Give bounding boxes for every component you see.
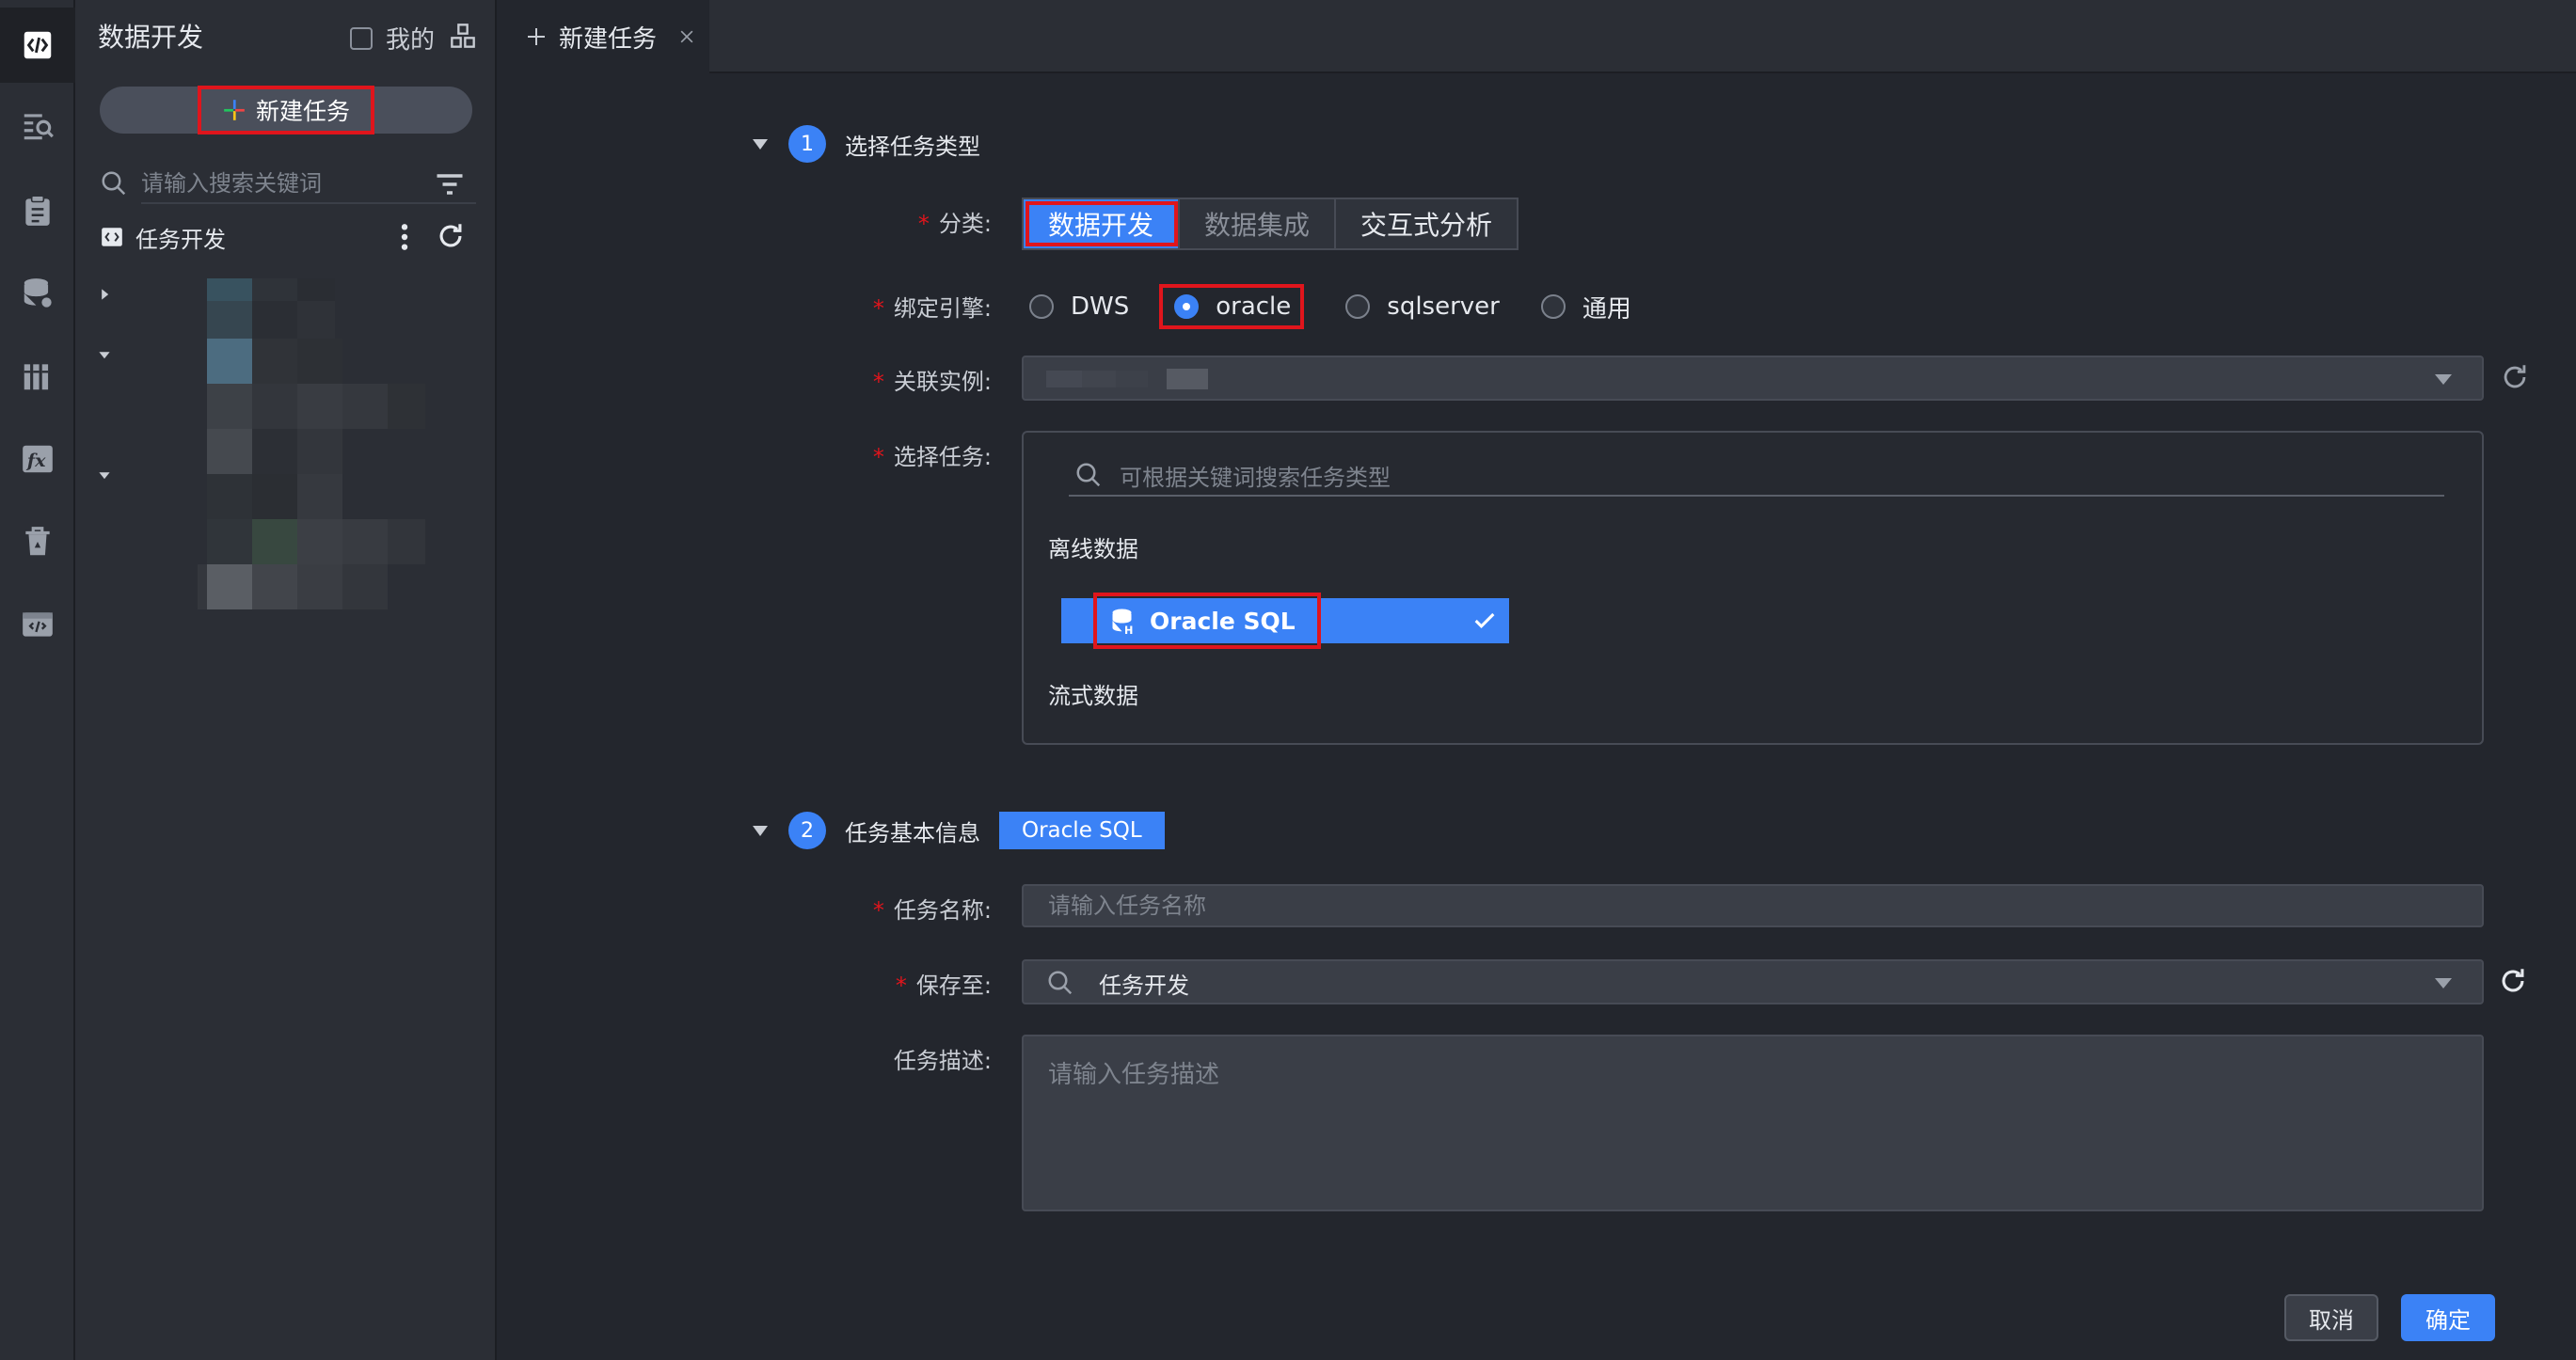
task-type-badge: Oracle SQL <box>999 812 1165 849</box>
task-option-highlight: H Oracle SQL <box>1093 593 1321 649</box>
new-task-highlight: 新建任务 <box>197 86 374 134</box>
code-dev-icon[interactable] <box>0 8 75 83</box>
search-icon <box>1048 971 1073 995</box>
category-label: * 分类: <box>917 211 992 237</box>
engine-radio-group: DWS oracle sqlserver 通用 <box>1029 284 1673 329</box>
more-icon[interactable] <box>399 222 410 252</box>
caret-down-icon[interactable] <box>98 468 111 482</box>
confirm-button[interactable]: 确定 <box>2401 1294 2495 1341</box>
cancel-button[interactable]: 取消 <box>2284 1294 2378 1341</box>
app-window: fx 数据开发 我的 新建任务 请输入搜索关键词 任务开发 新建任务 1 选择任… <box>0 0 2576 1360</box>
tab-bar: 新建任务 <box>499 0 2576 73</box>
collapse-icon[interactable] <box>753 138 768 150</box>
plus-icon <box>528 28 545 45</box>
engine-label: * 绑定引擎: <box>872 295 992 322</box>
chevron-down-icon <box>2435 374 2452 385</box>
category-segmented[interactable]: 数据开发 数据集成 交互式分析 <box>1022 198 1519 250</box>
instance-select[interactable] <box>1022 356 2484 401</box>
task-name-input[interactable]: 请输入任务名称 <box>1022 884 2484 927</box>
search-icon <box>102 171 126 196</box>
mine-label: 我的 <box>386 26 436 55</box>
category-option[interactable]: 交互式分析 <box>1336 199 1517 248</box>
refresh-icon[interactable] <box>435 220 467 252</box>
search-list-icon[interactable] <box>0 88 75 164</box>
section-title: 任务基本信息 <box>845 819 980 846</box>
section-basic-info-header[interactable]: 2 任务基本信息 Oracle SQL <box>753 811 1165 850</box>
section-task-type-header[interactable]: 1 选择任务类型 <box>753 124 980 164</box>
new-task-button[interactable]: 新建任务 <box>100 86 472 134</box>
code-window-icon[interactable] <box>0 587 75 662</box>
category-option[interactable]: 数据集成 <box>1180 199 1337 248</box>
mine-checkbox[interactable] <box>350 26 373 50</box>
save-to-value: 任务开发 <box>1099 973 1189 999</box>
engine-radio-dws[interactable]: DWS <box>1029 284 1129 329</box>
task-option-oracle-sql[interactable]: H Oracle SQL <box>1061 593 1509 649</box>
group-offline-label: 离线数据 <box>1048 536 1138 562</box>
clipboard-icon[interactable] <box>0 173 75 248</box>
svg-text:fx: fx <box>25 451 46 471</box>
section-title: 选择任务类型 <box>845 133 980 160</box>
caret-right-icon[interactable] <box>98 288 111 301</box>
plus-icon <box>224 100 245 120</box>
engine-radio-general[interactable]: 通用 <box>1540 284 1631 329</box>
close-icon[interactable] <box>677 27 696 46</box>
task-name-label: * 任务名称: <box>872 897 992 924</box>
category-option[interactable]: 数据开发 <box>1024 199 1181 248</box>
search-icon <box>1076 463 1101 487</box>
tree-root-label: 任务开发 <box>135 226 226 253</box>
description-label: 任务描述: <box>893 1048 992 1074</box>
side-panel: 数据开发 我的 新建任务 请输入搜索关键词 任务开发 <box>75 0 497 1360</box>
layout-icon[interactable] <box>450 23 476 49</box>
database-sql-icon: H <box>1112 609 1133 635</box>
recycle-bin-icon[interactable] <box>0 504 75 579</box>
step-number: 2 <box>788 812 826 849</box>
new-task-label: 新建任务 <box>255 98 350 125</box>
task-type-panel: 可根据关键词搜索任务类型 离线数据 H Oracle SQL 流式数据 <box>1022 431 2484 745</box>
panel-title: 数据开发 <box>98 22 204 53</box>
refresh-icon[interactable] <box>2499 361 2531 393</box>
refresh-icon[interactable] <box>2497 965 2529 997</box>
mine-filter[interactable]: 我的 <box>350 21 435 55</box>
chevron-down-icon <box>2435 978 2452 988</box>
svg-text:H: H <box>1124 625 1133 635</box>
code-dev-icon <box>102 228 122 246</box>
select-task-label: * 选择任务: <box>872 444 992 470</box>
task-type-search-input[interactable]: 可根据关键词搜索任务类型 <box>1120 459 1391 492</box>
group-stream-label: 流式数据 <box>1048 683 1138 709</box>
tab-new-task[interactable]: 新建任务 <box>499 0 709 73</box>
blurred-instance-value <box>1046 369 1208 389</box>
function-icon[interactable]: fx <box>0 421 75 497</box>
task-type-search[interactable]: 可根据关键词搜索任务类型 <box>1069 455 2444 497</box>
caret-down-icon[interactable] <box>98 348 111 361</box>
blurred-tree-content <box>198 278 425 609</box>
description-textarea[interactable]: 请输入任务描述 <box>1022 1035 2484 1211</box>
tree-search[interactable]: 请输入搜索关键词 <box>100 162 476 205</box>
database-icon[interactable] <box>0 256 75 331</box>
engine-radio-oracle[interactable]: oracle <box>1159 284 1305 329</box>
save-to-select[interactable]: 任务开发 <box>1022 959 2484 1004</box>
filter-icon[interactable] <box>433 167 467 201</box>
engine-radio-sqlserver[interactable]: sqlserver <box>1345 284 1500 329</box>
tree-search-input[interactable]: 请输入搜索关键词 <box>141 163 476 204</box>
instance-label: * 关联实例: <box>872 369 992 395</box>
task-option-label: Oracle SQL <box>1150 607 1296 635</box>
tree-root[interactable]: 任务开发 <box>100 218 476 256</box>
collapse-icon[interactable] <box>753 825 768 836</box>
step-number: 1 <box>788 125 826 163</box>
activity-bar: fx <box>0 0 75 1360</box>
library-icon[interactable] <box>0 339 75 414</box>
tab-label: 新建任务 <box>559 24 658 54</box>
check-icon <box>1474 612 1495 628</box>
save-to-label: * 保存至: <box>895 973 992 999</box>
